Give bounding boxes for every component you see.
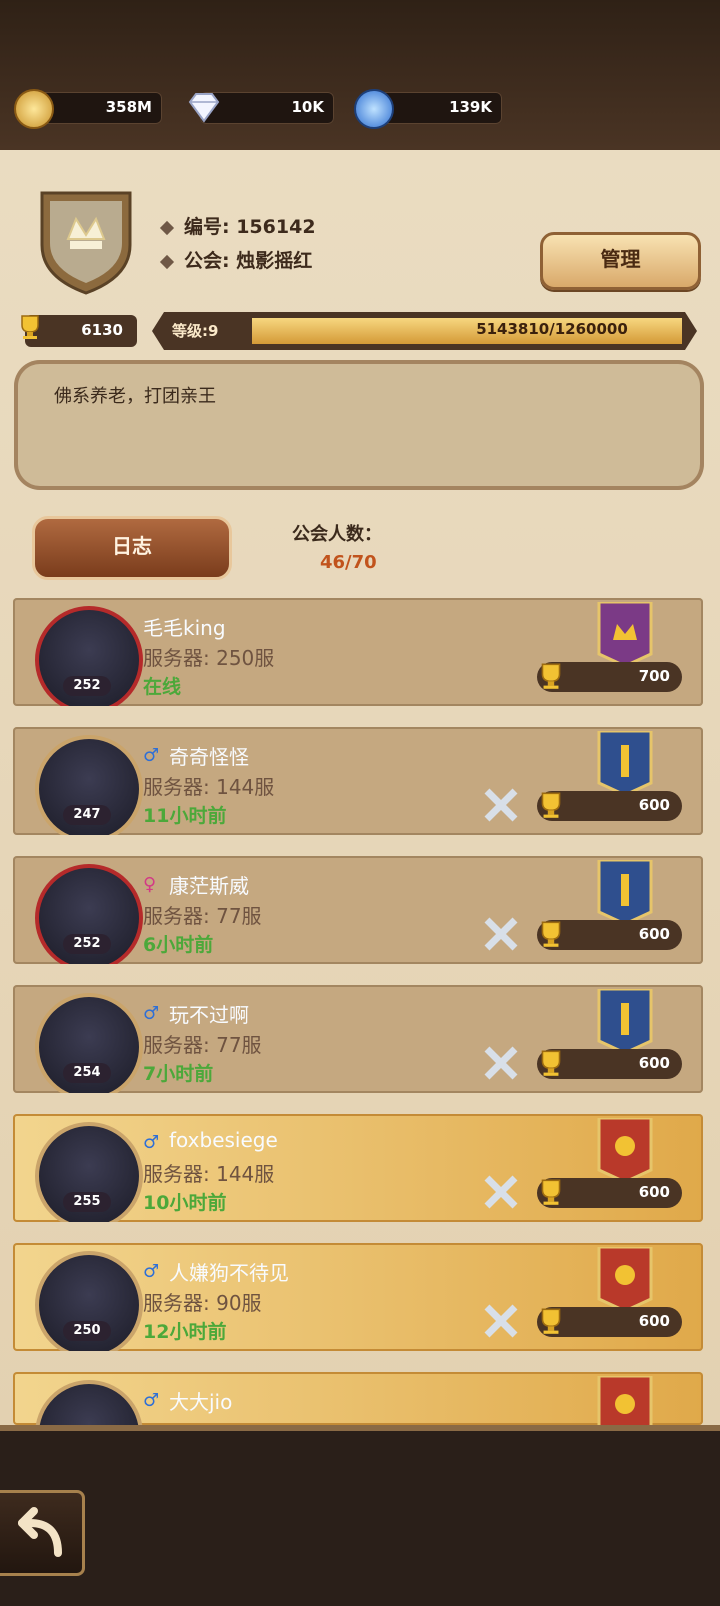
- gold-resource[interactable]: 358M: [14, 89, 162, 129]
- member-level: 252: [63, 676, 111, 696]
- top-resource-bar: [0, 0, 720, 156]
- member-name: 玩不过啊: [169, 1003, 249, 1027]
- member-banner-icon: [597, 1247, 653, 1311]
- diamond-resource[interactable]: 10K: [188, 92, 334, 124]
- member-level: 254: [63, 1063, 111, 1083]
- manage-button[interactable]: 管理: [540, 232, 701, 290]
- member-level: 252: [63, 934, 111, 954]
- member-status: 7小时前: [143, 1063, 214, 1085]
- male-gender-icon: ♂: [143, 1261, 160, 1282]
- member-status: 12小时前: [143, 1321, 227, 1343]
- crossed-swords-icon[interactable]: [481, 1172, 521, 1212]
- member-level: 250: [63, 1321, 111, 1341]
- trophy-icon: [541, 1308, 561, 1334]
- male-gender-icon: ♂: [143, 1132, 160, 1153]
- member-name: foxbesiege: [169, 1128, 278, 1152]
- crossed-swords-icon[interactable]: [481, 1043, 521, 1083]
- member-name: 大大jio: [169, 1390, 233, 1414]
- member-row[interactable]: 247 ♂ 奇奇怪怪 服务器: 144服 11小时前 600: [13, 727, 703, 835]
- member-trophy: 600: [537, 920, 682, 950]
- member-row[interactable]: 254 ♂ 玩不过啊 服务器: 77服 7小时前 600: [13, 985, 703, 1093]
- member-server: 服务器: 250服: [143, 646, 275, 670]
- member-name: 奇奇怪怪: [169, 745, 249, 769]
- guild-name: 公会: 烛影摇红: [159, 246, 312, 273]
- diamond-icon: [188, 93, 220, 123]
- member-name: 毛毛king: [143, 616, 226, 640]
- avatar: [35, 1380, 143, 1425]
- member-status: 11小时前: [143, 805, 227, 827]
- member-banner-icon: [597, 1376, 653, 1425]
- member-trophy: 600: [537, 1307, 682, 1337]
- log-button[interactable]: 日志: [32, 516, 232, 580]
- male-gender-icon: ♂: [143, 745, 160, 766]
- member-status: 10小时前: [143, 1192, 227, 1214]
- bottom-bar: [0, 1425, 720, 1606]
- officer-banner-icon: [597, 731, 653, 795]
- blue-gem-icon: [354, 89, 394, 129]
- crossed-swords-icon[interactable]: [481, 785, 521, 825]
- member-row[interactable]: ♂ 大大jio: [13, 1372, 703, 1425]
- trophy-icon: [541, 1050, 561, 1076]
- member-trophy: 700: [537, 662, 682, 692]
- crossed-swords-icon[interactable]: [481, 1301, 521, 1341]
- member-count-label: 公会人数：: [292, 524, 382, 545]
- member-server: 服务器: 77服: [143, 1033, 262, 1057]
- guild-emblem-icon: [40, 191, 132, 295]
- member-server: 服务器: 90服: [143, 1291, 262, 1315]
- member-trophy: 600: [537, 1049, 682, 1079]
- guild-level-bar: 等级:9 5143810/1260000: [152, 312, 697, 350]
- back-arrow-icon: [18, 1507, 62, 1557]
- guild-level: 等级:9: [172, 322, 219, 340]
- member-level: 255: [63, 1192, 111, 1212]
- gold-value: 358M: [105, 98, 152, 116]
- trophy-icon: [541, 921, 561, 947]
- male-gender-icon: ♂: [143, 1003, 160, 1024]
- trophy-icon: [541, 663, 561, 689]
- member-row[interactable]: 255 ♂ foxbesiege 服务器: 144服 10小时前 600: [13, 1114, 703, 1222]
- gem-value: 139K: [449, 98, 492, 116]
- female-gender-icon: ♀: [143, 874, 157, 895]
- member-trophy: 600: [537, 791, 682, 821]
- member-status: 在线: [143, 676, 182, 698]
- member-name: 人嫌狗不待见: [169, 1261, 289, 1285]
- member-row[interactable]: 252 毛毛king 服务器: 250服 在线 700: [13, 598, 703, 706]
- male-gender-icon: ♂: [143, 1390, 160, 1411]
- crossed-swords-icon[interactable]: [481, 914, 521, 954]
- member-status: 6小时前: [143, 934, 214, 956]
- member-trophy: 600: [537, 1178, 682, 1208]
- member-server: 服务器: 144服: [143, 1162, 275, 1186]
- member-count-value: 46/70: [320, 552, 377, 573]
- member-banner-icon: [597, 1118, 653, 1182]
- trophy-icon: [541, 792, 561, 818]
- gem-resource[interactable]: 139K: [354, 89, 502, 129]
- guild-trophy-count: 6130: [21, 315, 137, 347]
- member-server: 服务器: 144服: [143, 775, 275, 799]
- guild-notice-text: 佛系养老，打团亲王: [54, 386, 216, 407]
- member-server: 服务器: 77服: [143, 904, 262, 928]
- back-button[interactable]: [0, 1490, 85, 1576]
- member-row[interactable]: 252 ♀ 康茫斯威 服务器: 77服 6小时前 600: [13, 856, 703, 964]
- officer-banner-icon: [597, 860, 653, 924]
- guild-notice-box: 佛系养老，打团亲王: [14, 360, 704, 490]
- diamond-value: 10K: [291, 98, 325, 116]
- trophy-icon: [21, 315, 39, 339]
- member-row[interactable]: 250 ♂ 人嫌狗不待见 服务器: 90服 12小时前 600: [13, 1243, 703, 1351]
- member-level: 247: [63, 805, 111, 825]
- guild-leader-banner-icon: [597, 602, 653, 666]
- guild-id: 编号: 156142: [159, 212, 316, 239]
- officer-banner-icon: [597, 989, 653, 1053]
- level-progress-text: 5143810/1260000: [476, 320, 628, 338]
- gold-coin-icon: [14, 89, 54, 129]
- diamond-bullet-icon: [159, 254, 175, 269]
- trophy-icon: [541, 1179, 561, 1205]
- diamond-bullet-icon: [159, 220, 175, 235]
- member-name: 康茫斯威: [169, 874, 249, 898]
